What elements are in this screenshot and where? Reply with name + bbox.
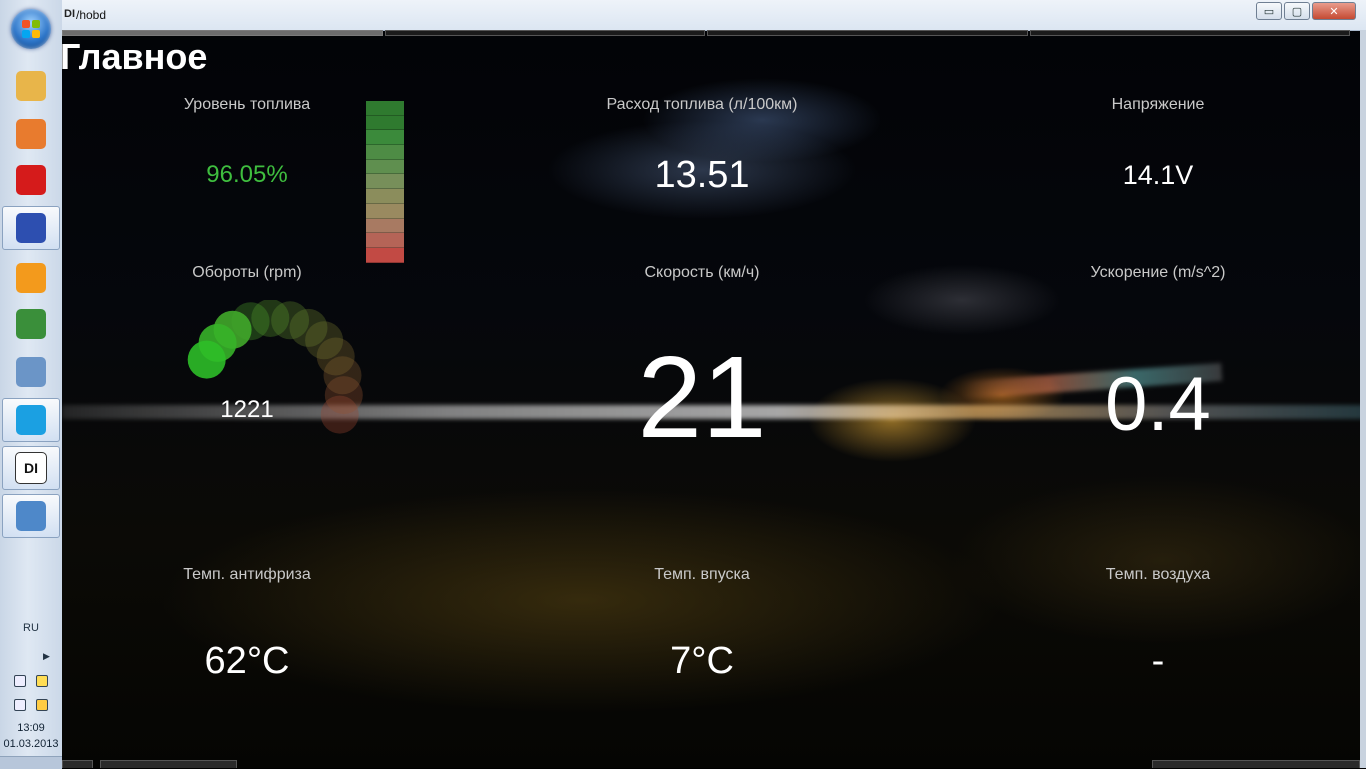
volume-icon[interactable] bbox=[14, 699, 26, 711]
fuel-consumption-value: 13.51 bbox=[654, 154, 750, 196]
coolant-temp-label: Темп. антифриза bbox=[183, 566, 311, 583]
page-title: Главное bbox=[62, 36, 208, 77]
bottom-menu-button[interactable] bbox=[100, 760, 237, 768]
app-window: DI /hobd ▭ ▢ ✕ Главное Уровень топлива 9… bbox=[62, 0, 1366, 768]
language-indicator[interactable]: RU bbox=[0, 622, 62, 634]
close-button[interactable]: ✕ bbox=[1312, 2, 1356, 20]
bottom-left-button[interactable] bbox=[62, 760, 93, 768]
windows-logo-icon bbox=[22, 20, 40, 38]
taskbar-item-save[interactable] bbox=[2, 206, 60, 250]
intake-temp-value: 7°C bbox=[670, 640, 734, 682]
clock[interactable]: 13:09 01.03.2013 bbox=[0, 720, 62, 752]
taskbar-item-orange-app[interactable] bbox=[2, 256, 60, 300]
network-icon[interactable] bbox=[36, 699, 48, 711]
minimize-button[interactable]: ▭ bbox=[1256, 2, 1282, 20]
action-center-flag-icon[interactable] bbox=[36, 675, 48, 687]
taskbar-item-calculator[interactable] bbox=[2, 350, 60, 394]
show-hidden-icons-icon[interactable]: ▶ bbox=[43, 651, 50, 662]
fuel-consumption-label: Расход топлива (л/100км) bbox=[606, 96, 798, 113]
window-right-border bbox=[1360, 30, 1366, 768]
taskbar-item-hobd[interactable]: DI bbox=[2, 446, 60, 490]
page-tab-2[interactable] bbox=[384, 30, 705, 36]
rpm-gauge-dot bbox=[187, 340, 226, 379]
fuel-bar-segment bbox=[366, 203, 404, 219]
clock-time: 13:09 bbox=[17, 722, 45, 734]
bottom-right-button[interactable] bbox=[1152, 760, 1360, 768]
taskbar-item-chrome[interactable] bbox=[2, 302, 60, 346]
explorer-icon bbox=[16, 71, 46, 101]
voltage-label: Напряжение bbox=[1111, 96, 1205, 113]
acceleration-value: 0.4 bbox=[1105, 362, 1211, 447]
fuel-level-bar bbox=[366, 101, 404, 263]
battery-icon[interactable] bbox=[14, 675, 26, 687]
title-bar[interactable]: DI /hobd ▭ ▢ ✕ bbox=[62, 0, 1366, 31]
start-button[interactable] bbox=[11, 9, 51, 49]
save-icon bbox=[16, 213, 46, 243]
fuel-bar-segment bbox=[366, 233, 404, 248]
chrome-icon bbox=[16, 309, 46, 339]
page-indicator-bar bbox=[62, 30, 1352, 38]
calculator-icon bbox=[16, 357, 46, 387]
rpm-value: 1221 bbox=[220, 396, 274, 423]
fuel-bar-segment bbox=[366, 189, 404, 204]
clock-date: 01.03.2013 bbox=[3, 738, 59, 750]
taskbar-item-paint[interactable] bbox=[2, 494, 60, 538]
fuel-bar-segment bbox=[366, 218, 404, 234]
taskbar-item-explorer[interactable] bbox=[2, 64, 60, 108]
orange-app-icon bbox=[16, 263, 46, 293]
opera-icon bbox=[16, 165, 46, 195]
fuel-bar-segment bbox=[366, 101, 404, 116]
speed-label: Скорость (км/ч) bbox=[644, 264, 760, 281]
taskbar-item-opera[interactable] bbox=[2, 158, 60, 202]
media-player-icon bbox=[16, 119, 46, 149]
voltage-value: 14.1V bbox=[1122, 160, 1194, 190]
app-icon: DI bbox=[64, 8, 75, 20]
taskbar-item-skype[interactable] bbox=[2, 398, 60, 442]
show-desktop-button[interactable] bbox=[0, 756, 62, 769]
paint-icon bbox=[16, 501, 46, 531]
hobd-icon: DI bbox=[15, 452, 47, 484]
page-tab-3[interactable] bbox=[707, 30, 1028, 36]
acceleration-label: Ускорение (m/s^2) bbox=[1090, 264, 1226, 281]
taskbar: DI RU ▶ 13:09 01.03.2013 bbox=[0, 0, 63, 769]
window-title: /hobd bbox=[76, 8, 107, 22]
air-temp-value: - bbox=[1151, 640, 1165, 682]
intake-temp-label: Темп. впуска bbox=[654, 566, 750, 583]
fuel-bar-segment bbox=[366, 145, 404, 160]
speed-value: 21 bbox=[637, 332, 767, 462]
rpm-gauge bbox=[187, 300, 363, 434]
maximize-button[interactable]: ▢ bbox=[1284, 2, 1310, 20]
fuel-bar-segment bbox=[366, 174, 404, 190]
taskbar-item-media-player[interactable] bbox=[2, 112, 60, 156]
fuel-bar-segment bbox=[366, 130, 404, 146]
page-tab-4[interactable] bbox=[1029, 30, 1350, 36]
air-temp-label: Темп. воздуха bbox=[1105, 566, 1211, 583]
fuel-bar-segment bbox=[366, 115, 404, 131]
coolant-temp-value: 62°C bbox=[204, 640, 290, 682]
fuel-bar-segment bbox=[366, 159, 404, 175]
fuel-bar-segment bbox=[366, 247, 404, 263]
skype-icon bbox=[16, 405, 46, 435]
rpm-label: Обороты (rpm) bbox=[192, 264, 302, 281]
